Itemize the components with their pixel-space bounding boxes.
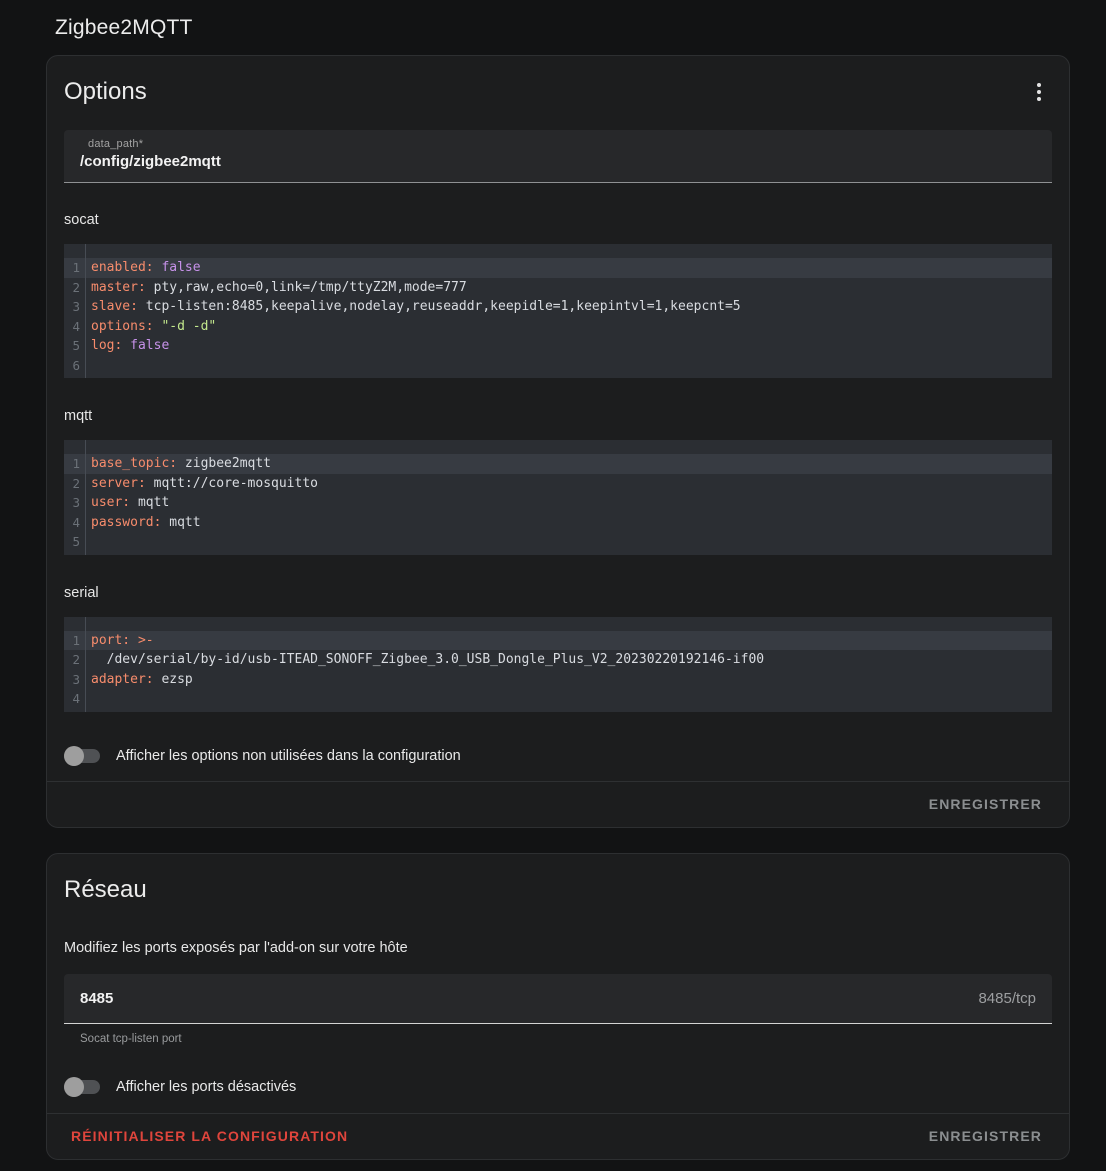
line-number: 2 [64, 278, 85, 298]
options-card-footer: ENREGISTRER [47, 782, 1069, 827]
code-line: 2master: pty,raw,echo=0,link=/tmp/ttyZ2M… [64, 278, 1052, 298]
network-card-title: Réseau [64, 876, 147, 904]
network-card-footer: RÉINITIALISER LA CONFIGURATION ENREGISTR… [47, 1114, 1069, 1159]
code-line: 1base_topic: zigbee2mqtt [64, 454, 1052, 474]
save-button[interactable]: ENREGISTRER [929, 796, 1042, 812]
line-number: 6 [64, 356, 85, 376]
page: Zigbee2MQTT Options data_path* /config/z… [0, 0, 1106, 1160]
network-card-body: Modifiez les ports exposés par l'add-on … [47, 938, 1069, 1097]
network-card-header: Réseau [47, 854, 1069, 904]
kebab-menu-icon [1037, 83, 1041, 101]
disabled-ports-toggle-row: Afficher les ports désactivés [64, 1077, 1052, 1097]
disabled-ports-toggle-label: Afficher les ports désactivés [116, 1079, 296, 1095]
unused-options-toggle-row: Afficher les options non utilisées dans … [64, 746, 1052, 766]
line-number: 1 [64, 631, 85, 651]
reset-config-button[interactable]: RÉINITIALISER LA CONFIGURATION [71, 1128, 348, 1144]
code-line: 3user: mqtt [64, 493, 1052, 513]
save-button[interactable]: ENREGISTRER [929, 1128, 1042, 1144]
line-number: 4 [64, 513, 85, 533]
section-label-mqtt: mqtt [64, 407, 1052, 425]
line-number: 4 [64, 317, 85, 337]
data-path-value: /config/zigbee2mqtt [80, 153, 1036, 170]
code-line: 1enabled: false [64, 258, 1052, 278]
code-editor-serial[interactable]: 1port: >-2 /dev/serial/by-id/usb-ITEAD_S… [64, 617, 1052, 712]
code-line: 2server: mqtt://core-mosquitto [64, 474, 1052, 494]
code-line: 4password: mqtt [64, 513, 1052, 533]
code-editor-socat[interactable]: 1enabled: false2master: pty,raw,echo=0,l… [64, 244, 1052, 378]
line-number: 3 [64, 493, 85, 513]
line-number: 1 [64, 258, 85, 278]
line-number: 4 [64, 689, 85, 709]
line-number: 3 [64, 297, 85, 317]
port-field[interactable]: 8485 8485/tcp [64, 974, 1052, 1024]
network-card: Réseau Modifiez les ports exposés par l'… [46, 853, 1070, 1160]
toggle-thumb [64, 746, 84, 766]
code-line: 3adapter: ezsp [64, 670, 1052, 690]
page-title: Zigbee2MQTT [46, 16, 1070, 40]
options-card-body: data_path* /config/zigbee2mqtt socat 1en… [47, 130, 1069, 766]
code-line: 4options: "-d -d" [64, 317, 1052, 337]
line-number: 3 [64, 670, 85, 690]
line-number: 2 [64, 650, 85, 670]
network-description: Modifiez les ports exposés par l'add-on … [64, 938, 1052, 958]
port-helper-text: Socat tcp-listen port [80, 1032, 1052, 1046]
kebab-menu-button[interactable] [1019, 72, 1059, 112]
options-card-title: Options [64, 78, 147, 106]
line-number: 1 [64, 454, 85, 474]
data-path-label: data_path* [80, 138, 1036, 150]
line-number: 5 [64, 336, 85, 356]
port-value: 8485 [80, 990, 113, 1007]
options-card-header: Options [47, 56, 1069, 112]
section-label-serial: serial [64, 584, 1052, 602]
code-line: 4 [64, 689, 1052, 709]
disabled-ports-toggle[interactable] [64, 1077, 100, 1097]
options-card: Options data_path* /config/zigbee2mqtt s… [46, 55, 1070, 828]
code-line: 2 /dev/serial/by-id/usb-ITEAD_SONOFF_Zig… [64, 650, 1052, 670]
code-line: 6 [64, 356, 1052, 376]
code-line: 5 [64, 532, 1052, 552]
code-line: 1port: >- [64, 631, 1052, 651]
unused-options-toggle[interactable] [64, 746, 100, 766]
data-path-field[interactable]: data_path* /config/zigbee2mqtt [64, 130, 1052, 183]
section-label-socat: socat [64, 211, 1052, 229]
line-number: 2 [64, 474, 85, 494]
code-line: 3slave: tcp-listen:8485,keepalive,nodela… [64, 297, 1052, 317]
port-protocol: 8485/tcp [978, 990, 1036, 1007]
toggle-thumb [64, 1077, 84, 1097]
code-line: 5log: false [64, 336, 1052, 356]
code-editor-mqtt[interactable]: 1base_topic: zigbee2mqtt2server: mqtt://… [64, 440, 1052, 555]
unused-options-toggle-label: Afficher les options non utilisées dans … [116, 748, 461, 764]
line-number: 5 [64, 532, 85, 552]
